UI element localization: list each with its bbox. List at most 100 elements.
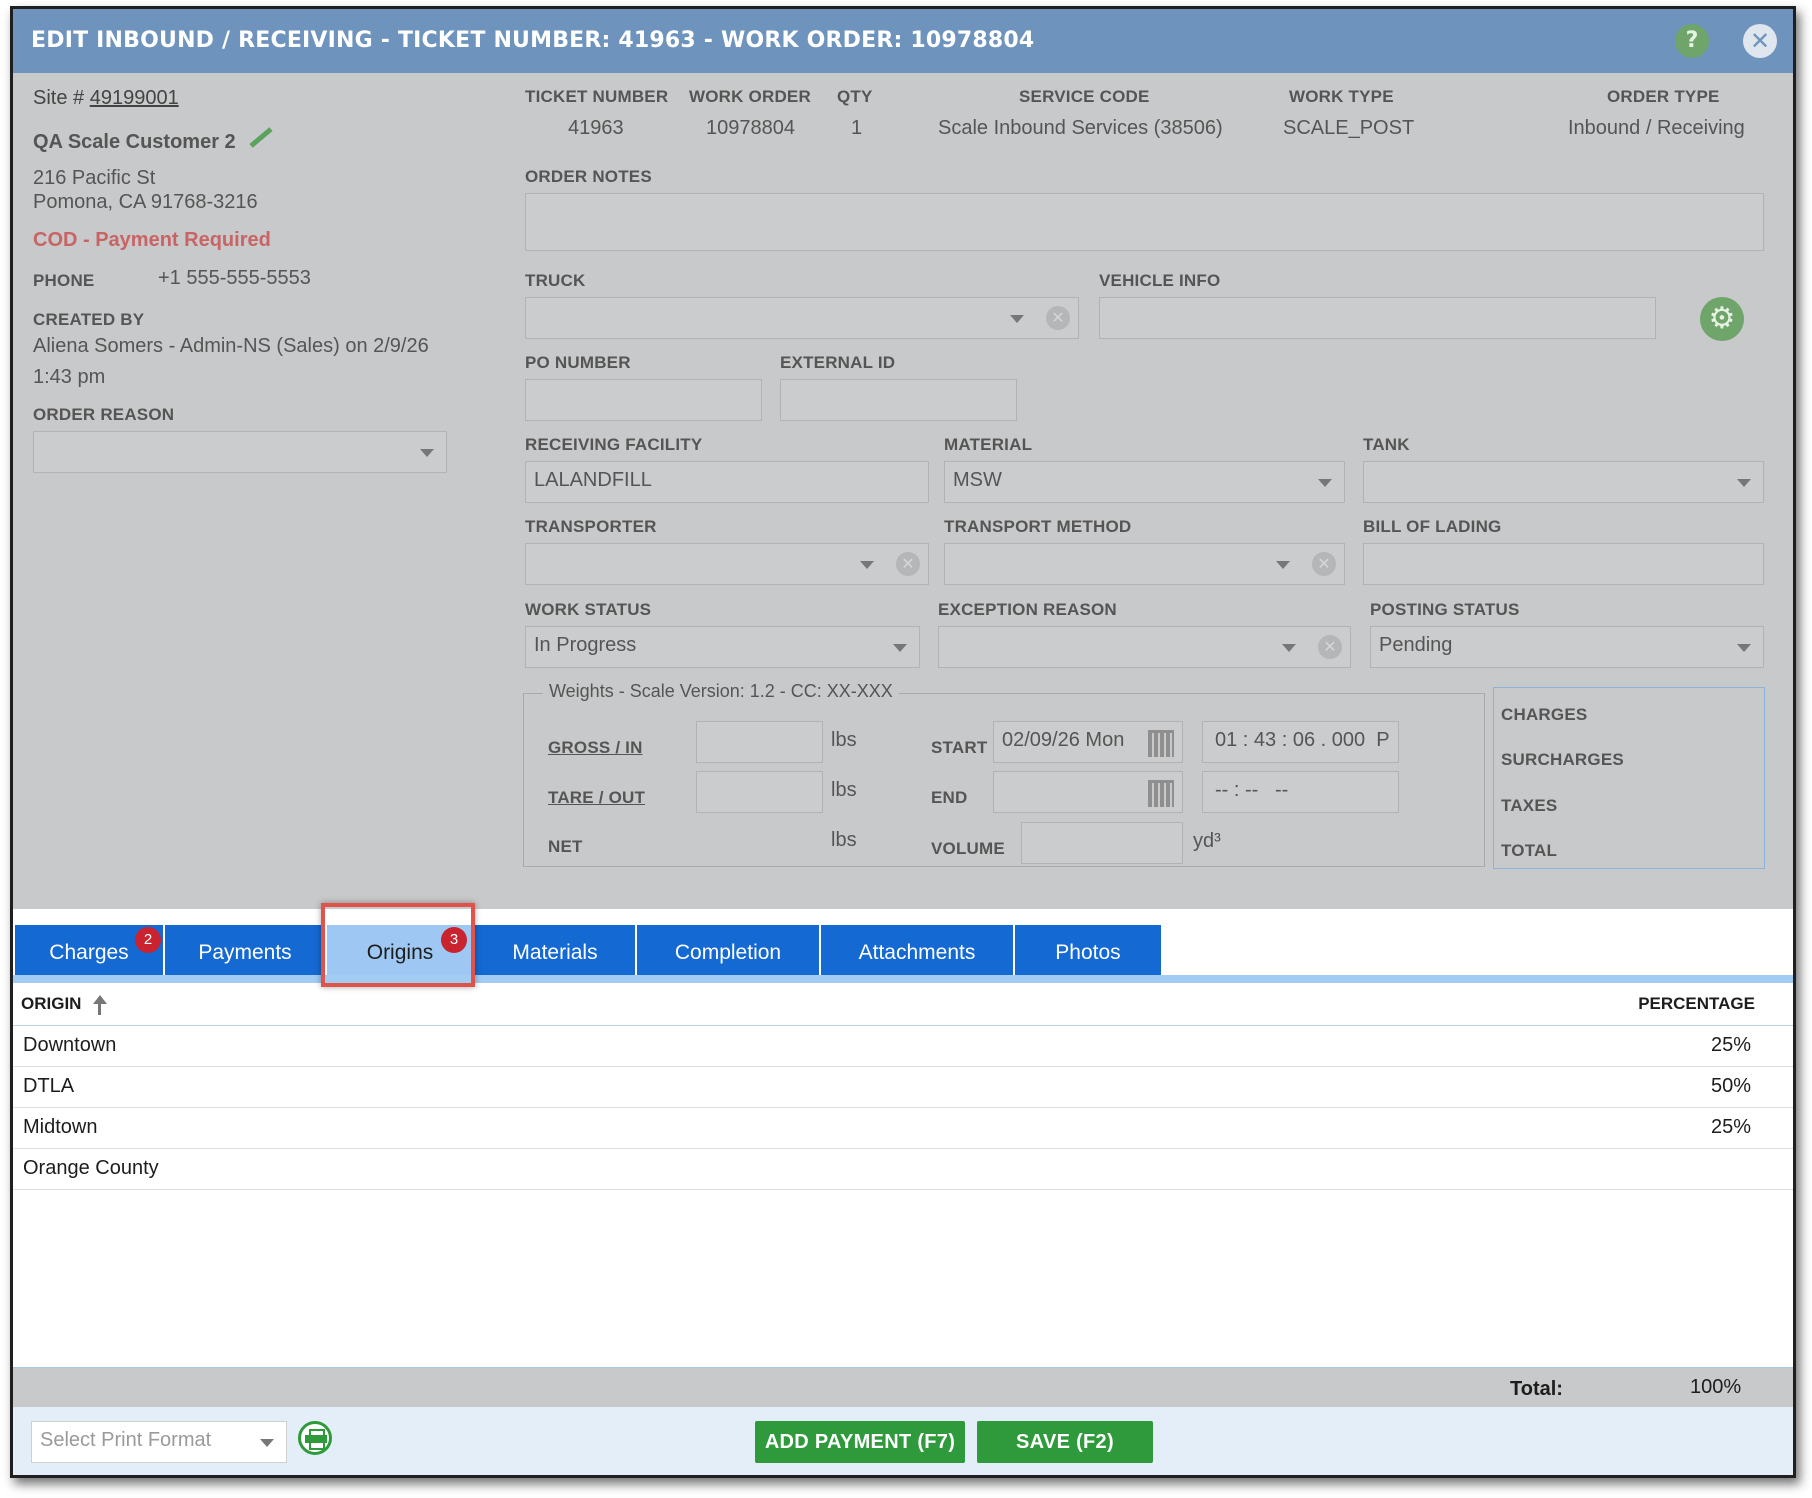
calendar-icon[interactable] [1148, 780, 1174, 807]
truck-select[interactable]: ✕ [525, 297, 1079, 339]
tab-underline [13, 975, 1793, 983]
work-status-label: WORK STATUS [525, 600, 652, 619]
site-prefix: Site # [33, 87, 85, 109]
clear-icon[interactable]: ✕ [1318, 635, 1342, 659]
bill-of-lading-input[interactable] [1363, 543, 1764, 585]
detail-tabs: Charges 2 Payments Origins 3 Materials C… [13, 909, 1793, 981]
chevron-down-icon [1737, 479, 1751, 487]
posting-status-label: POSTING STATUS [1370, 600, 1520, 619]
work-status-select[interactable]: In Progress [525, 626, 920, 668]
tank-select[interactable] [1363, 461, 1764, 503]
qty-label: QTY [837, 87, 873, 106]
chevron-down-icon [1318, 479, 1332, 487]
po-number-input[interactable] [525, 379, 762, 421]
transport-method-label: TRANSPORT METHOD [944, 517, 1132, 536]
work-type-label: WORK TYPE [1289, 87, 1394, 106]
print-format-select[interactable]: Select Print Format [31, 1421, 287, 1463]
external-id-label: EXTERNAL ID [780, 353, 896, 372]
tab-charges[interactable]: Charges 2 [15, 925, 163, 981]
percentage-column-header[interactable]: PERCENTAGE [1638, 994, 1755, 1014]
material-select[interactable]: MSW [944, 461, 1345, 503]
exception-reason-select[interactable]: ✕ [938, 626, 1351, 668]
save-button[interactable]: SAVE (F2) [977, 1421, 1153, 1463]
help-icon[interactable]: ? [1675, 24, 1709, 58]
tab-attachments[interactable]: Attachments [821, 925, 1013, 981]
gross-in-link[interactable]: GROSS / IN [548, 738, 643, 758]
charges-label: CHARGES [1501, 705, 1588, 724]
table-row[interactable]: Orange County [13, 1148, 1793, 1190]
dialog-title: EDIT INBOUND / RECEIVING - TICKET NUMBER… [31, 28, 1035, 53]
table-row[interactable]: DTLA 50% [13, 1066, 1793, 1108]
created-by-label: CREATED BY [33, 310, 145, 329]
order-notes-input[interactable] [525, 193, 1764, 251]
close-icon[interactable]: ✕ [1743, 24, 1777, 58]
clear-icon[interactable]: ✕ [1046, 306, 1070, 330]
start-date-input[interactable]: 02/09/26 Mon [993, 721, 1183, 763]
phone-label: PHONE [33, 271, 95, 290]
chevron-down-icon [1282, 644, 1296, 652]
end-time-input[interactable]: -- : -- -- [1202, 771, 1399, 813]
clear-icon[interactable]: ✕ [1312, 552, 1336, 576]
tare-weight-input[interactable] [696, 771, 823, 813]
total-label: Total: [1510, 1378, 1563, 1400]
volume-unit: yd³ [1193, 830, 1221, 852]
taxes-label: TAXES [1501, 796, 1558, 815]
order-reason-select[interactable] [33, 431, 447, 473]
table-row[interactable]: Downtown 25% [13, 1025, 1793, 1067]
tab-payments[interactable]: Payments [165, 925, 325, 981]
end-label: END [931, 788, 968, 807]
calendar-icon[interactable] [1148, 730, 1174, 757]
origin-column-header[interactable]: ORIGIN [21, 994, 81, 1014]
surcharges-label: SURCHARGES [1501, 750, 1624, 769]
tab-photos[interactable]: Photos [1015, 925, 1161, 981]
site-info: Site # 49199001 [33, 87, 179, 110]
edit-pencil-icon[interactable] [249, 127, 273, 148]
chevron-down-icon [260, 1439, 274, 1447]
gross-weight-input[interactable] [696, 721, 823, 763]
clear-icon[interactable]: ✕ [896, 552, 920, 576]
transporter-label: TRANSPORTER [525, 517, 657, 536]
bill-of-lading-label: BILL OF LADING [1363, 517, 1502, 536]
total-label: TOTAL [1501, 841, 1558, 860]
order-notes-label: ORDER NOTES [525, 167, 652, 186]
add-payment-button[interactable]: ADD PAYMENT (F7) [755, 1421, 965, 1463]
printer-icon[interactable] [298, 1421, 332, 1455]
gear-icon[interactable]: ⚙ [1700, 297, 1744, 341]
origins-total-bar: Total: 100% [13, 1367, 1793, 1408]
tare-unit: lbs [831, 779, 857, 801]
created-by-line-2: 1:43 pm [33, 366, 106, 388]
net-unit: lbs [831, 829, 857, 851]
service-code-label: SERVICE CODE [1019, 87, 1150, 106]
receiving-facility-input[interactable]: LALANDFILL [525, 461, 929, 503]
phone-value: +1 555-555-5553 [158, 267, 311, 289]
site-number-link[interactable]: 49199001 [90, 87, 179, 109]
origins-grid-header: ORIGIN PERCENTAGE [13, 983, 1793, 1026]
tab-completion[interactable]: Completion [637, 925, 819, 981]
tab-materials[interactable]: Materials [475, 925, 635, 981]
chevron-down-icon [1737, 644, 1751, 652]
weights-legend: Weights - Scale Version: 1.2 - CC: XX-XX… [543, 681, 899, 702]
transport-method-select[interactable]: ✕ [944, 543, 1345, 585]
chevron-down-icon [860, 561, 874, 569]
vehicle-info-input[interactable] [1099, 297, 1656, 339]
transporter-select[interactable]: ✕ [525, 543, 929, 585]
payment-terms-status: COD - Payment Required [33, 229, 271, 251]
external-id-input[interactable] [780, 379, 1017, 421]
dialog-titlebar: EDIT INBOUND / RECEIVING - TICKET NUMBER… [13, 9, 1793, 73]
work-order-label: WORK ORDER [689, 87, 811, 106]
service-code-value: Scale Inbound Services (38506) [938, 117, 1223, 139]
posting-status-select[interactable]: Pending [1370, 626, 1764, 668]
po-number-label: PO NUMBER [525, 353, 631, 372]
order-type-label: ORDER TYPE [1607, 87, 1720, 106]
customer-name: QA Scale Customer 2 [33, 131, 236, 153]
vehicle-info-label: VEHICLE INFO [1099, 271, 1221, 290]
table-row[interactable]: Midtown 25% [13, 1107, 1793, 1149]
start-time-input[interactable]: 01 : 43 : 06 . 000 P [1202, 721, 1399, 763]
charges-count-badge: 2 [135, 927, 161, 953]
tare-out-link[interactable]: TARE / OUT [548, 788, 645, 808]
truck-label: TRUCK [525, 271, 586, 290]
end-date-input[interactable] [993, 771, 1183, 813]
chevron-down-icon [893, 644, 907, 652]
volume-input[interactable] [1021, 822, 1183, 864]
qty-value: 1 [851, 117, 863, 139]
